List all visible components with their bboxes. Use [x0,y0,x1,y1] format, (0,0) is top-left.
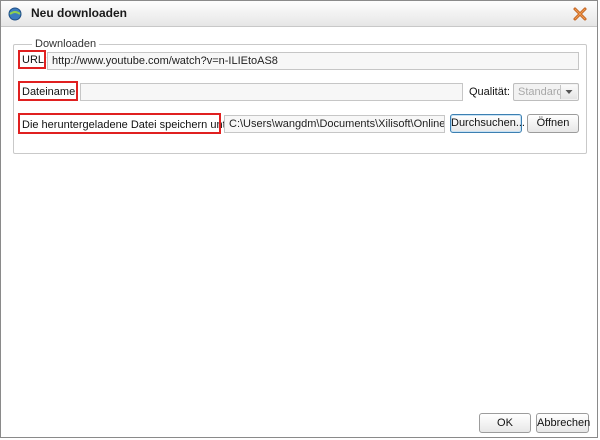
save-path-input[interactable]: C:\Users\wangdm\Documents\Xilisoft\Onlin… [224,115,445,133]
title-bar[interactable]: Neu downloaden [1,1,597,27]
quality-label: Qualität: [469,86,510,98]
close-x-icon[interactable] [571,5,589,23]
quality-selected: Standard [518,86,563,98]
filename-label-highlight [18,81,78,101]
dropdown-button[interactable] [560,85,577,99]
ok-button[interactable]: OK [479,413,531,433]
globe-download-icon [8,7,22,21]
url-label-highlight [18,50,46,69]
window-title: Neu downloaden [31,6,127,20]
download-dialog: Neu downloaden Downloaden URL: http://ww… [0,0,598,438]
open-button[interactable]: Öffnen [527,114,579,133]
chevron-down-icon [565,90,573,94]
url-input[interactable]: http://www.youtube.com/watch?v=n-ILIEtoA… [47,52,579,70]
cancel-button[interactable]: Abbrechen [536,413,590,433]
filename-input[interactable] [80,83,463,101]
save-label-highlight [18,113,221,134]
dialog-body: Downloaden URL: http://www.youtube.com/w… [1,27,597,437]
browse-button[interactable]: Durchsuchen... [450,114,525,133]
group-legend: Downloaden [32,38,100,50]
quality-select[interactable]: Standard [513,83,579,101]
